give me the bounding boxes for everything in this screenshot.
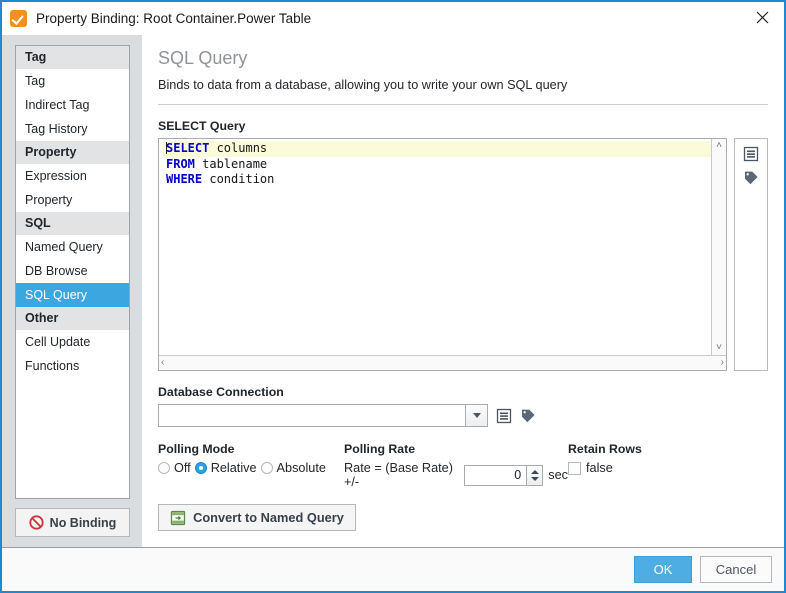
chevron-down-icon [473,413,481,418]
binding-type-sidebar: Tag Tag Indirect Tag Tag History Propert… [2,35,142,547]
sql-text-1: columns [209,141,267,155]
retain-rows-label: Retain Rows [568,442,642,456]
editor-horizontal-scrollbar[interactable]: ‹ › [159,355,726,370]
polling-mode-label: Polling Mode [158,442,344,456]
sidebar-item-tag[interactable]: Tag [16,69,129,93]
sql-keyword-where: WHERE [166,172,202,186]
code-line-2: FROM tablename [163,157,711,173]
polling-rate-prefix: Rate = (Base Rate) +/- [344,461,463,489]
polling-rate-spinner-buttons[interactable] [526,465,543,486]
radio-polling-off[interactable]: Off [158,461,191,475]
polling-rate-row: Rate = (Base Rate) +/- 0 sec [344,461,568,489]
database-connection-block: Database Connection [158,385,768,427]
radio-relative-indicator [195,462,207,474]
sidebar-item-tag-history[interactable]: Tag History [16,117,129,141]
cancel-button[interactable]: Cancel [700,556,772,583]
page-title: SQL Query [158,46,768,70]
radio-off-label: Off [174,461,191,475]
window-title: Property Binding: Root Container.Power T… [36,11,311,26]
category-header-other: Other [16,307,129,330]
code-line-3: WHERE condition [163,172,711,188]
category-header-sql: SQL [16,212,129,235]
sql-text-2: tablename [195,157,267,171]
query-list-icon[interactable] [496,408,512,424]
database-connection-row [158,404,768,427]
scroll-right-arrow-icon[interactable]: › [721,358,724,368]
database-connection-value[interactable] [159,405,465,426]
radio-off-indicator [158,462,170,474]
database-connection-label: Database Connection [158,385,768,399]
content-main: SELECT Query SELECT columns FROM tablena… [142,105,784,547]
tag-icon[interactable] [520,408,536,424]
sidebar-item-cell-update[interactable]: Cell Update [16,330,129,354]
polling-mode-radios: Off Relative Absolute [158,461,344,475]
radio-absolute-indicator [261,462,273,474]
polling-row: Polling Mode Off Relative [158,442,768,489]
polling-rate-input[interactable]: 0 [464,465,526,486]
scroll-left-arrow-icon[interactable]: ‹ [161,358,164,368]
scroll-up-arrow-icon[interactable]: ˄ [716,141,722,151]
category-header-property: Property [16,141,129,164]
retain-rows-group: Retain Rows false [568,442,642,475]
polling-rate-unit: sec [548,468,568,482]
dialog-footer: OK Cancel [2,547,784,591]
scroll-down-arrow-icon[interactable]: ˅ [716,343,722,353]
radio-relative-label: Relative [211,461,257,475]
sidebar-item-expression[interactable]: Expression [16,164,129,188]
polling-mode-group: Polling Mode Off Relative [158,442,344,475]
sidebar-item-db-browse[interactable]: DB Browse [16,259,129,283]
query-editor[interactable]: SELECT columns FROM tablename WHERE cond… [158,138,727,371]
title-bar: Property Binding: Root Container.Power T… [2,2,784,35]
sidebar-item-functions[interactable]: Functions [16,354,129,378]
no-binding-button[interactable]: No Binding [15,508,130,537]
convert-button-label: Convert to Named Query [193,510,344,525]
content-header: SQL Query Binds to data from a database,… [142,35,784,105]
page-subtitle: Binds to data from a database, allowing … [158,77,768,93]
database-export-icon [170,510,186,526]
sidebar-item-sql-query[interactable]: SQL Query [16,283,129,307]
convert-to-named-query-button[interactable]: Convert to Named Query [158,504,356,531]
app-checkmark-icon [10,10,27,27]
polling-rate-spinner[interactable]: 0 [464,465,543,486]
radio-absolute-label: Absolute [277,461,326,475]
radio-polling-absolute[interactable]: Absolute [261,461,326,475]
ok-button[interactable]: OK [634,556,692,583]
polling-rate-group: Polling Rate Rate = (Base Rate) +/- 0 se… [344,442,568,489]
sql-keyword-from: FROM [166,157,195,171]
sidebar-item-named-query[interactable]: Named Query [16,235,129,259]
tag-icon[interactable] [743,170,759,186]
dialog-body: Tag Tag Indirect Tag Tag History Propert… [2,35,784,547]
code-line-1: SELECT columns [163,141,711,157]
retain-rows-checkbox[interactable]: false [568,461,642,475]
sql-keyword-select: SELECT [166,141,209,155]
content-panel: SQL Query Binds to data from a database,… [142,35,784,547]
retain-rows-value: false [586,461,613,475]
no-entry-icon [29,515,44,530]
property-binding-dialog: Property Binding: Root Container.Power T… [0,0,786,593]
binding-type-list[interactable]: Tag Tag Indirect Tag Tag History Propert… [15,45,130,499]
no-binding-label: No Binding [50,516,117,530]
close-button[interactable] [740,2,784,33]
close-icon [756,11,769,24]
editor-vertical-scrollbar[interactable]: ˄ ˅ [711,139,726,355]
query-list-icon[interactable] [743,146,759,162]
sidebar-item-property[interactable]: Property [16,188,129,212]
sql-code-area[interactable]: SELECT columns FROM tablename WHERE cond… [159,139,711,355]
editor-side-toolbar [734,138,768,371]
select-query-label: SELECT Query [158,119,768,133]
category-header-tag: Tag [16,46,129,69]
sql-text-3: condition [202,172,274,186]
radio-polling-relative[interactable]: Relative [195,461,257,475]
sidebar-item-indirect-tag[interactable]: Indirect Tag [16,93,129,117]
database-connection-combobox[interactable] [158,404,488,427]
spinner-down-arrow-icon[interactable] [531,477,539,481]
spinner-up-arrow-icon[interactable] [531,470,539,474]
query-editor-row: SELECT columns FROM tablename WHERE cond… [158,138,768,371]
polling-rate-label: Polling Rate [344,442,568,456]
retain-rows-checkbox-box [568,462,581,475]
query-editor-inner: SELECT columns FROM tablename WHERE cond… [159,139,726,355]
database-connection-dropdown-button[interactable] [465,405,487,426]
